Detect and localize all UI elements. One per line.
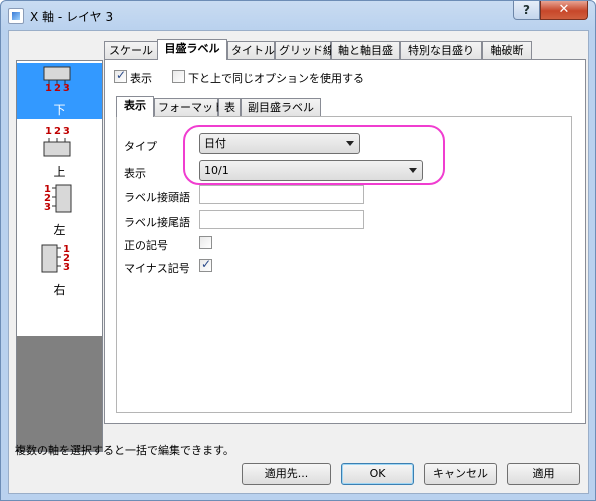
plus-sign-checkbox[interactable] bbox=[199, 236, 212, 249]
show-checkbox[interactable] bbox=[114, 68, 127, 83]
right-axis-tick-3: 3 bbox=[63, 262, 70, 273]
axis-item-top[interactable]: 123 上 bbox=[17, 123, 102, 179]
axis-label-bottom: 下 bbox=[53, 103, 66, 117]
display-label: 表示 bbox=[124, 167, 146, 180]
axis-item-bottom[interactable]: 123 下 bbox=[17, 63, 102, 119]
axis-label-top: 上 bbox=[53, 165, 66, 179]
tab-axis-break[interactable]: 軸破断 bbox=[482, 41, 532, 60]
axis-label-right: 右 bbox=[53, 283, 66, 297]
axis-label-left: 左 bbox=[53, 223, 66, 237]
subtab-table[interactable]: 表 bbox=[218, 98, 241, 117]
right-axis-icon bbox=[41, 244, 61, 273]
suffix-label: ラベル接尾語 bbox=[124, 216, 190, 229]
same-option-checkbox[interactable] bbox=[172, 70, 185, 83]
axis-list[interactable]: 123 下 123 上 1 2 3 左 1 2 3 右 bbox=[16, 60, 103, 452]
apply-to-button[interactable]: 適用先... bbox=[242, 463, 331, 485]
minus-sign-checkbox[interactable] bbox=[199, 257, 212, 272]
status-text: 複数の軸を選択すると一括で編集できます。 bbox=[15, 444, 234, 457]
type-label: タイプ bbox=[124, 140, 157, 153]
help-button[interactable]: ? bbox=[513, 1, 540, 20]
suffix-input[interactable] bbox=[199, 210, 364, 229]
minus-sign-label: マイナス記号 bbox=[124, 262, 190, 275]
highlight-annotation bbox=[183, 125, 445, 185]
cancel-button[interactable]: キャンセル bbox=[424, 463, 497, 485]
prefix-label: ラベル接頭語 bbox=[124, 191, 190, 204]
subtab-format[interactable]: フォーマット bbox=[154, 98, 224, 117]
window-title: X 軸 - レイヤ 3 bbox=[30, 10, 114, 24]
dialog-window: X 軸 - レイヤ 3 ? ✕ 123 下 123 上 1 2 3 左 1 2 … bbox=[0, 0, 596, 501]
close-icon: ✕ bbox=[558, 2, 570, 17]
tab-title[interactable]: タイトル bbox=[227, 41, 275, 60]
title-bar[interactable]: X 軸 - レイヤ 3 ? ✕ bbox=[1, 1, 595, 30]
close-button[interactable]: ✕ bbox=[540, 1, 588, 20]
prefix-input[interactable] bbox=[199, 185, 364, 204]
top-axis-icon bbox=[43, 138, 71, 157]
apply-button[interactable]: 適用 bbox=[507, 463, 580, 485]
plus-sign-label: 正の記号 bbox=[124, 239, 168, 252]
tab-special-ticks[interactable]: 特別な目盛り bbox=[400, 41, 482, 60]
top-axis-ticks: 123 bbox=[45, 126, 72, 137]
show-label: 表示 bbox=[130, 72, 152, 85]
app-icon bbox=[8, 8, 24, 24]
tab-grid-lines[interactable]: グリッド線 bbox=[275, 41, 334, 60]
tab-tick-labels[interactable]: 目盛ラベル bbox=[157, 39, 227, 60]
subtab-minor-labels[interactable]: 副目盛ラベル bbox=[241, 98, 321, 117]
left-axis-icon bbox=[52, 184, 72, 213]
bottom-axis-ticks: 123 bbox=[45, 83, 72, 94]
subtab-display[interactable]: 表示 bbox=[116, 96, 154, 117]
ok-button[interactable]: OK bbox=[341, 463, 414, 485]
axis-item-right[interactable]: 1 2 3 右 bbox=[17, 243, 102, 299]
same-option-label: 下と上で同じオプションを使用する bbox=[188, 72, 364, 85]
axis-item-left[interactable]: 1 2 3 左 bbox=[17, 183, 102, 239]
tab-axis-ticks[interactable]: 軸と軸目盛 bbox=[331, 41, 400, 60]
tab-scale[interactable]: スケール bbox=[104, 41, 158, 60]
